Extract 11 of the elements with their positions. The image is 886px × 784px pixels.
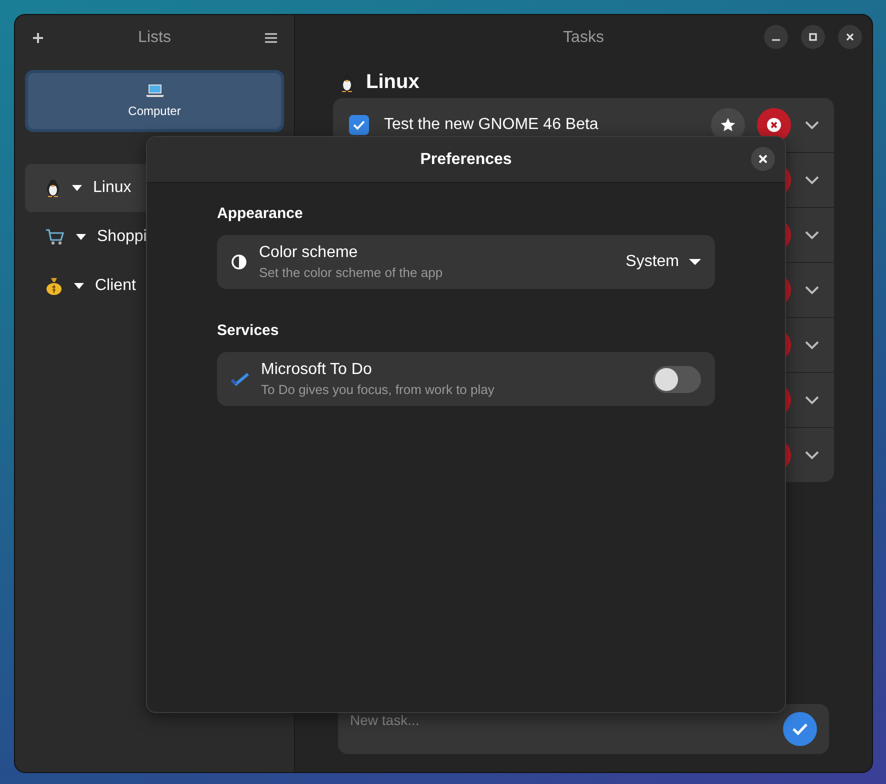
row-title: Color scheme <box>259 244 359 262</box>
row-title: Microsoft To Do <box>261 361 373 379</box>
task-title: Test the new GNOME 46 Beta <box>384 116 598 134</box>
section-heading: Appearance <box>217 205 304 222</box>
dialog-title: Preferences <box>420 150 512 168</box>
row-subtitle: Set the color scheme of the app <box>259 265 444 280</box>
row-subtitle: To Do gives you focus, from work to play <box>261 382 496 397</box>
sidebar-title: Lists <box>138 29 171 47</box>
window-title: Tasks <box>563 29 604 47</box>
list-title: Linux <box>366 71 420 94</box>
section-heading: Services <box>217 322 280 339</box>
